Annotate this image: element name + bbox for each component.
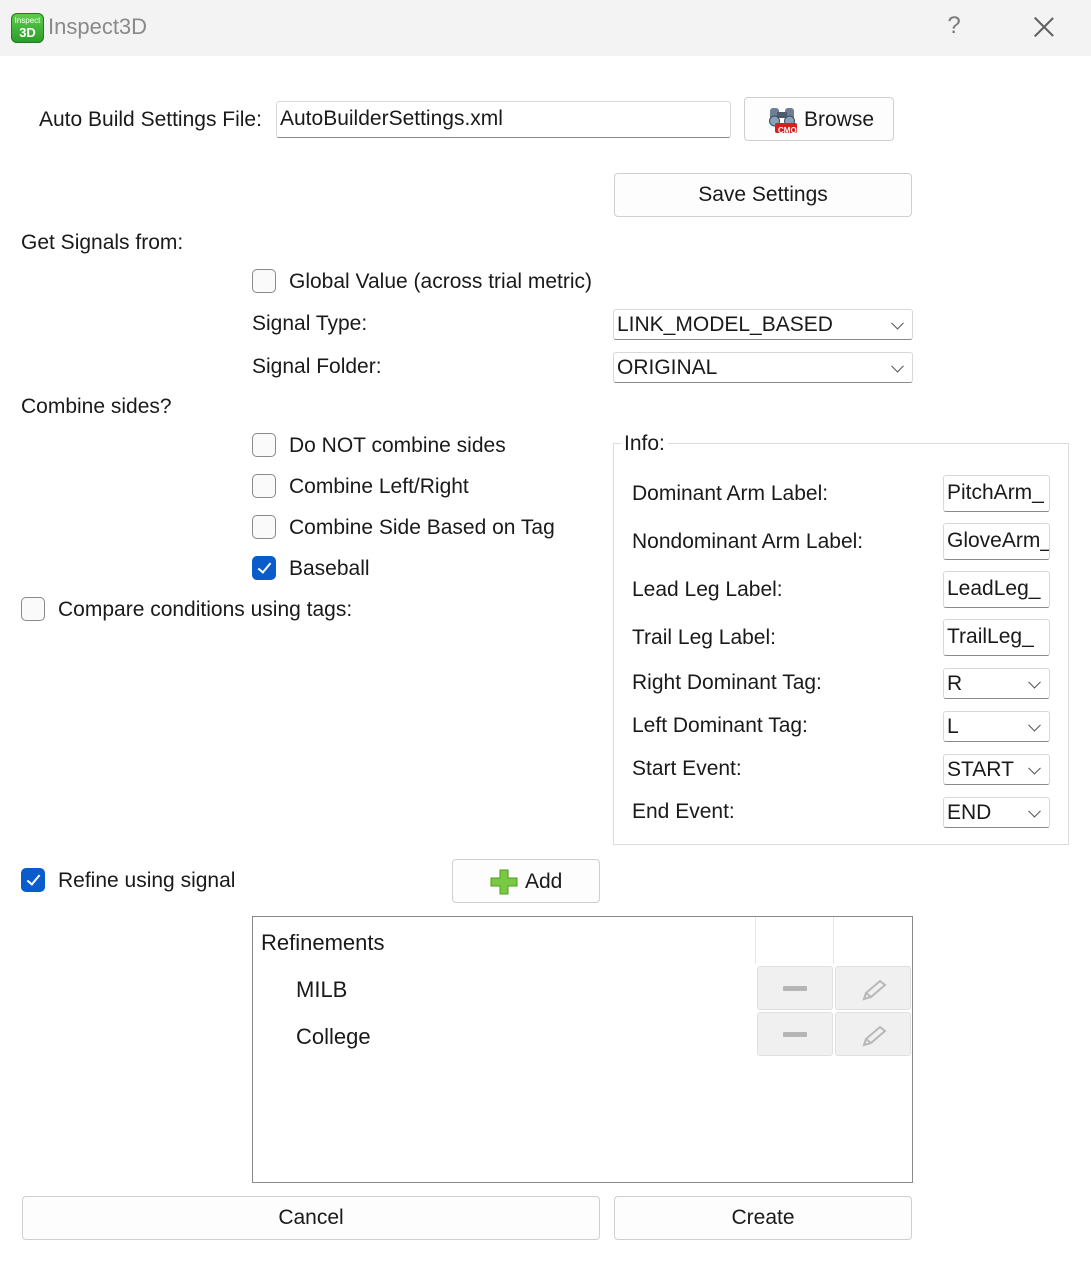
chevron-down-icon <box>891 316 904 330</box>
app-icon: Inspect 3D <box>11 13 44 43</box>
signal-folder-select[interactable]: ORIGINAL <box>613 352 913 383</box>
nondominant-arm-input[interactable]: GloveArm_ <box>943 523 1050 560</box>
trail-leg-label: Trail Leg Label: <box>632 626 776 649</box>
window-title: Inspect3D <box>48 14 148 39</box>
trail-leg-input[interactable]: TrailLeg_ <box>943 619 1050 656</box>
start-event-label: Start Event: <box>632 757 742 780</box>
info-title: Info: <box>621 432 668 456</box>
do-not-combine-label: Do NOT combine sides <box>289 434 506 457</box>
list-column-divider <box>755 917 756 964</box>
save-settings-button[interactable]: Save Settings <box>614 173 912 217</box>
do-not-combine-checkbox[interactable] <box>252 433 276 457</box>
refine-signal-checkbox[interactable] <box>21 868 45 892</box>
signal-folder-value: ORIGINAL <box>617 356 718 379</box>
signal-type-select[interactable]: LINK_MODEL_BASED <box>613 309 913 340</box>
dominant-arm-input[interactable]: PitchArm_ <box>943 475 1050 512</box>
edit-button[interactable] <box>835 1012 911 1056</box>
lead-leg-input[interactable]: LeadLeg_ <box>943 571 1050 608</box>
plus-icon <box>490 869 518 895</box>
pencil-icon <box>862 1025 887 1047</box>
chevron-down-icon <box>1028 804 1041 818</box>
browse-icon-text: CMO <box>778 126 797 135</box>
minus-icon <box>783 1032 807 1037</box>
list-column-divider <box>833 917 834 964</box>
lead-leg-label: Lead Leg Label: <box>632 578 783 601</box>
combine-left-right-label: Combine Left/Right <box>289 475 469 498</box>
browse-button[interactable]: CMO Browse <box>744 97 894 141</box>
settings-file-label: Auto Build Settings File: <box>39 108 262 131</box>
settings-file-input[interactable]: AutoBuilderSettings.xml <box>276 101 731 138</box>
add-button-label: Add <box>525 870 563 893</box>
refinements-header: Refinements <box>261 930 385 955</box>
refine-signal-label: Refine using signal <box>58 869 236 892</box>
global-value-checkbox[interactable] <box>252 269 276 293</box>
list-item[interactable]: MILB <box>296 977 347 1003</box>
right-dominant-tag-select[interactable]: R <box>943 668 1050 699</box>
help-button[interactable]: ? <box>943 12 965 42</box>
combine-left-right-checkbox[interactable] <box>252 474 276 498</box>
end-event-select[interactable]: END <box>943 797 1050 828</box>
chevron-down-icon <box>891 359 904 373</box>
list-item[interactable]: College <box>296 1024 371 1050</box>
end-event-value: END <box>947 801 992 824</box>
right-dominant-tag-value: R <box>947 672 963 695</box>
chevron-down-icon <box>1028 718 1041 732</box>
left-dominant-tag-label: Left Dominant Tag: <box>632 714 808 737</box>
combine-sides-heading: Combine sides? <box>21 395 172 418</box>
start-event-select[interactable]: START <box>943 754 1050 785</box>
minus-icon <box>783 986 807 991</box>
baseball-checkbox[interactable] <box>252 556 276 580</box>
chevron-down-icon <box>1028 675 1041 689</box>
compare-conditions-label: Compare conditions using tags: <box>58 598 353 621</box>
nondominant-arm-label: Nondominant Arm Label: <box>632 530 864 553</box>
signal-type-value: LINK_MODEL_BASED <box>617 313 833 336</box>
add-button[interactable]: Add <box>452 859 600 903</box>
end-event-label: End Event: <box>632 800 735 823</box>
dominant-arm-label: Dominant Arm Label: <box>632 482 829 505</box>
remove-button[interactable] <box>757 966 833 1010</box>
global-value-label: Global Value (across trial metric) <box>289 270 593 293</box>
signal-folder-label: Signal Folder: <box>252 355 382 378</box>
combine-side-tag-checkbox[interactable] <box>252 515 276 539</box>
create-button[interactable]: Create <box>614 1196 912 1240</box>
get-signals-heading: Get Signals from: <box>21 231 184 254</box>
left-dominant-tag-select[interactable]: L <box>943 711 1050 742</box>
cancel-button[interactable]: Cancel <box>22 1196 600 1240</box>
close-icon[interactable] <box>1029 12 1059 42</box>
signal-type-label: Signal Type: <box>252 312 368 335</box>
edit-button[interactable] <box>835 966 911 1010</box>
start-event-value: START <box>947 758 1014 781</box>
baseball-label: Baseball <box>289 557 370 580</box>
app-icon-text-bottom: 3D <box>19 25 36 40</box>
title-bar <box>0 0 1091 56</box>
combine-side-tag-label: Combine Side Based on Tag <box>289 516 555 539</box>
pencil-icon <box>862 979 887 1001</box>
right-dominant-tag-label: Right Dominant Tag: <box>632 671 822 694</box>
left-dominant-tag-value: L <box>947 715 959 738</box>
browse-button-label: Browse <box>804 108 875 131</box>
compare-conditions-checkbox[interactable] <box>21 597 45 621</box>
remove-button[interactable] <box>757 1012 833 1056</box>
chevron-down-icon <box>1028 761 1041 775</box>
